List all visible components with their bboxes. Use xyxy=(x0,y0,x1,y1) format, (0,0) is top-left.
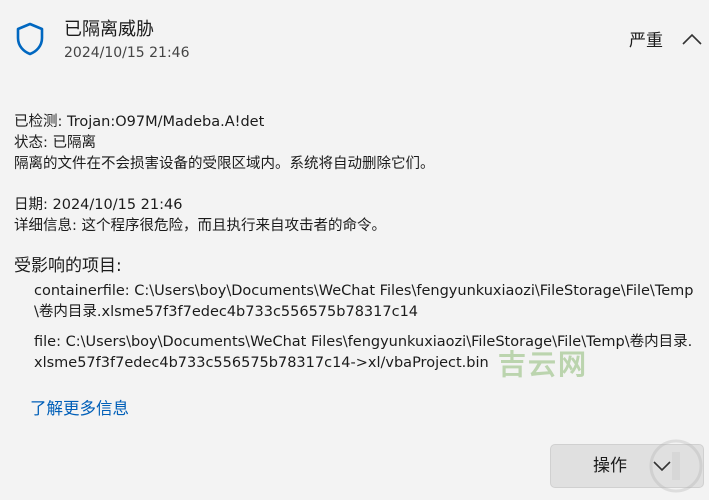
chevron-up-icon[interactable] xyxy=(680,30,704,50)
date-value: 2024/10/15 21:46 xyxy=(52,197,183,213)
description-text: 隔离的文件在不会损害设备的受限区域内。系统将自动删除它们。 xyxy=(14,156,435,172)
threat-details: 已检测: Trojan:O97M/Madeba.A!det 状态: 已隔离 隔离… xyxy=(14,112,694,237)
threat-title: 已隔离威胁 xyxy=(64,19,154,40)
watermark-text: 吉云网 xyxy=(498,348,589,381)
affected-item-file: file: C:\Users\boy\Documents\WeChat File… xyxy=(34,334,693,371)
detected-row: 已检测: Trojan:O97M/Madeba.A!det xyxy=(14,112,694,133)
affected-item-containerfile: containerfile: C:\Users\boy\Documents\We… xyxy=(34,283,694,320)
status-label: 状态: xyxy=(14,135,48,151)
info-label: 详细信息: xyxy=(14,218,77,234)
threat-timestamp: 2024/10/15 21:46 xyxy=(64,45,190,61)
info-row: 详细信息: 这个程序很危险，而且执行来自攻击者的命令。 xyxy=(14,216,694,237)
detected-value: Trojan:O97M/Madeba.A!det xyxy=(67,114,265,130)
watermark-logo-icon xyxy=(649,439,703,493)
date-label: 日期: xyxy=(14,197,48,213)
shield-icon xyxy=(16,22,44,56)
status-row: 状态: 已隔离 xyxy=(14,133,694,154)
status-value: 已隔离 xyxy=(52,135,97,151)
detected-label: 已检测: xyxy=(14,114,63,130)
affected-items-list: containerfile: C:\Users\boy\Documents\We… xyxy=(34,281,694,383)
learn-more-link[interactable]: 了解更多信息 xyxy=(30,398,129,420)
info-value: 这个程序很危险，而且执行来自攻击者的命令。 xyxy=(81,218,387,234)
date-row: 日期: 2024/10/15 21:46 xyxy=(14,195,694,216)
actions-label: 操作 xyxy=(593,456,627,476)
severity-label: 严重 xyxy=(629,31,663,51)
threat-header[interactable]: 已隔离威胁 2024/10/15 21:46 严重 xyxy=(0,0,709,78)
affected-items-heading: 受影响的项目: xyxy=(14,256,122,276)
